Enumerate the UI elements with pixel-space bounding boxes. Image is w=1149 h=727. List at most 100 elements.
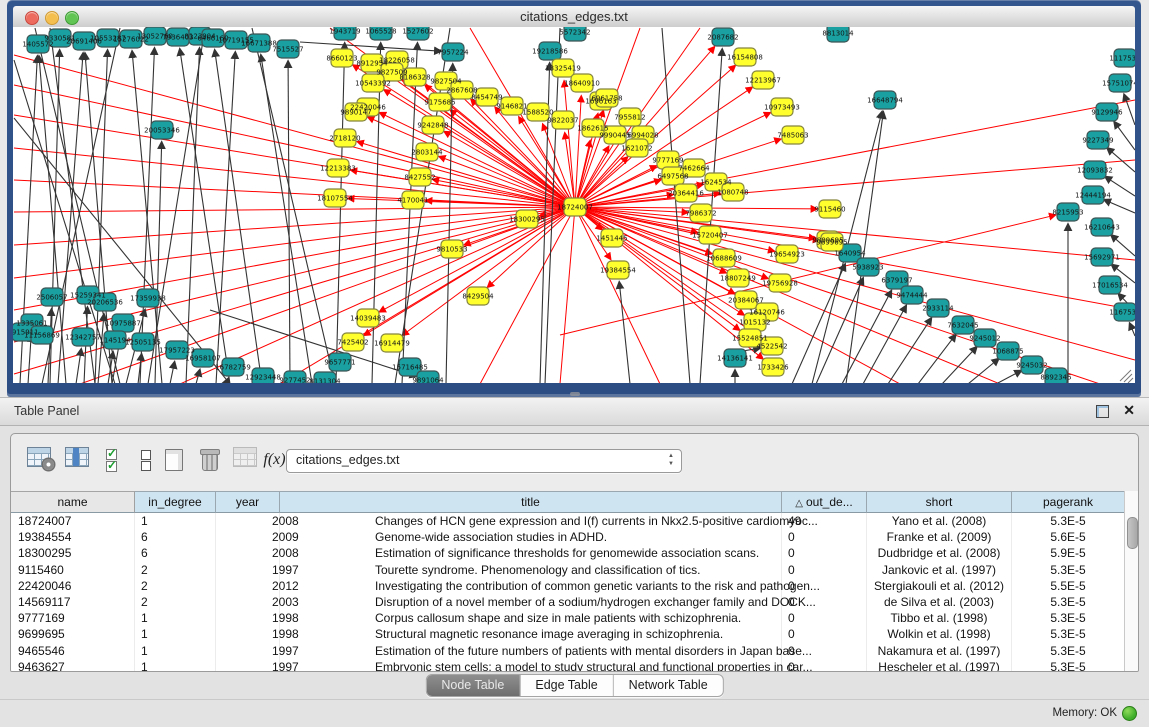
table-cell: Tibbo et al. (1998): [867, 610, 1012, 626]
graph-node-label: 10973493: [764, 104, 800, 112]
table-row[interactable]: 1456911722003Disruption of a novel membe…: [11, 594, 1125, 610]
graph-node-label: 9175685: [424, 99, 455, 107]
graph-node-label: 1624534: [700, 179, 732, 187]
graph-node-label: 12444194: [1075, 192, 1111, 200]
table-cell: 5.3E-5: [1012, 659, 1125, 672]
table-cell: de Silva et al. (2003): [867, 594, 1012, 610]
table-cell: 5.3E-5: [1012, 626, 1125, 642]
table-row[interactable]: 977716911998Corpus callosum shape and si…: [11, 610, 1125, 626]
table-row[interactable]: 1872400712008Changes of HCN gene express…: [11, 513, 1125, 529]
select-columns-icon[interactable]: [103, 447, 130, 473]
column-header-out_de[interactable]: △out_de...: [782, 491, 867, 513]
close-panel-icon[interactable]: ✕: [1123, 402, 1135, 419]
graph-node-label: 16914479: [374, 340, 410, 348]
graph-node-label: 8892345: [1040, 374, 1071, 382]
table-cell: Disruption of a novel member of a sodium…: [280, 594, 782, 610]
graph-node-label: 1068875: [992, 348, 1023, 356]
graph-node-label: 7485063: [777, 132, 808, 140]
table-row[interactable]: 969969511998Structural magnetic resonanc…: [11, 626, 1125, 642]
table-cell: Wolkin et al. (1998): [867, 626, 1012, 642]
tab-node-table[interactable]: Node Table: [426, 675, 520, 696]
graph-node-label: 18807249: [720, 275, 756, 283]
graph-node-label: 8186328: [399, 74, 430, 82]
graph-node-label: 7515527: [272, 46, 303, 54]
column-header-label: in_degree: [148, 495, 201, 509]
float-panel-icon[interactable]: [1096, 405, 1109, 418]
new-column-icon[interactable]: [161, 447, 188, 473]
table-mode-icon[interactable]: [27, 447, 54, 473]
graph-node-label: 7957224: [437, 49, 469, 57]
graph-node-label: 1943719: [329, 28, 360, 36]
table-cell: 0: [782, 610, 867, 626]
column-header-year[interactable]: year: [216, 491, 280, 513]
table-vertical-scrollbar[interactable]: [1124, 491, 1138, 671]
table-cell: 1997: [216, 562, 280, 578]
table-row[interactable]: 2242004622012Investigating the contribut…: [11, 578, 1125, 594]
graph-node-label: 9891064: [412, 377, 444, 384]
graph-node-label: 10688609: [706, 255, 742, 263]
graph-node-label: 15524851: [732, 335, 768, 343]
column-header-name[interactable]: name: [11, 491, 135, 513]
graph-node-label: 7462664: [678, 165, 710, 173]
scrollbar-thumb[interactable]: [1127, 517, 1138, 549]
table-cell: 1: [135, 626, 216, 642]
table-cell: 1: [135, 659, 216, 672]
table-row[interactable]: 911546021997Tourette syndrome. Phenomeno…: [11, 562, 1125, 578]
network-canvas[interactable]: 1405572933058120691406105532871527602213…: [13, 27, 1135, 383]
window-titlebar[interactable]: citations_edges.txt: [13, 6, 1135, 28]
graph-node-label: 9245032: [1016, 362, 1047, 370]
column-header-label: year: [236, 495, 259, 509]
splitter-handle[interactable]: [570, 392, 580, 396]
table-container: f(x) citations_edges.txt ▲▼ name in_degre…: [10, 433, 1139, 672]
table-cell: Nakamura et al. (1997): [867, 643, 1012, 659]
graph-node-label: 10543392: [355, 80, 391, 88]
table-row[interactable]: 946362711997Embryonic stem cells: a mode…: [11, 659, 1125, 672]
graph-node-label: 18226058: [379, 57, 415, 65]
tab-edge-table[interactable]: Edge Table: [520, 675, 613, 696]
show-columns-icon[interactable]: [65, 447, 92, 473]
table-cell: 0: [782, 643, 867, 659]
table-row[interactable]: 1830029562008Estimation of significance …: [11, 545, 1125, 561]
function-builder-icon[interactable]: f(x): [261, 447, 288, 473]
table-cell: 1997: [216, 659, 280, 672]
graph-node-label: 4522542: [756, 343, 787, 351]
column-header-pagerank[interactable]: pagerank: [1012, 491, 1125, 513]
table-cell: Franke et al. (2009): [867, 529, 1012, 545]
graph-node-label: 2087682: [707, 34, 738, 42]
table-cell: 5.3E-5: [1012, 643, 1125, 659]
column-header-short[interactable]: short: [867, 491, 1012, 513]
column-header-label: pagerank: [1043, 495, 1093, 509]
graph-node-label: 6961758: [591, 95, 622, 103]
table-cell: Structural magnetic resonance image aver…: [280, 626, 782, 642]
table-cell: 2: [135, 578, 216, 594]
graph-node-label: 18640910: [564, 80, 600, 88]
citation-network-graph[interactable]: 1405572933058120691406105532871527602213…: [13, 27, 1135, 383]
graph-node-label: 7986372: [685, 210, 716, 218]
column-header-in_degree[interactable]: in_degree: [135, 491, 216, 513]
sort-ascending-icon: △: [795, 498, 803, 509]
delete-column-icon[interactable]: [197, 447, 224, 473]
graph-node-label: 2933114: [922, 305, 954, 313]
table-panel-header: Table Panel ✕: [0, 398, 1149, 426]
graph-node-label: 12213383: [320, 165, 356, 173]
tab-network-table[interactable]: Network Table: [614, 675, 723, 696]
table-cell: Changes of HCN gene expression and I(f) …: [280, 513, 782, 529]
table-row[interactable]: 1938455462009Genome-wide association stu…: [11, 529, 1125, 545]
table-select-dropdown[interactable]: citations_edges.txt ▲▼: [286, 449, 682, 473]
graph-node-label: 1117533: [1109, 55, 1135, 63]
graph-node-label: 1588520: [522, 109, 553, 117]
table-cell: 2: [135, 594, 216, 610]
graph-node-label: 16154808: [727, 54, 763, 62]
table-cell: 0: [782, 545, 867, 561]
column-header-title[interactable]: title: [280, 491, 782, 513]
table-cell: 2003: [216, 594, 280, 610]
row-options-icon[interactable]: [133, 447, 160, 473]
table-cell: 1: [135, 610, 216, 626]
graph-node-label: 1335061: [16, 320, 47, 328]
graph-node-label: 2506057: [36, 294, 67, 302]
table-row[interactable]: 946554611997Estimation of the future num…: [11, 643, 1125, 659]
graph-node-label: 13325419: [545, 65, 581, 73]
graph-node-label: 18724007: [557, 204, 593, 212]
table-header-row: name in_degree year title△out_de...short pag…: [11, 491, 1125, 513]
graph-node-label: 5938923: [852, 264, 883, 272]
